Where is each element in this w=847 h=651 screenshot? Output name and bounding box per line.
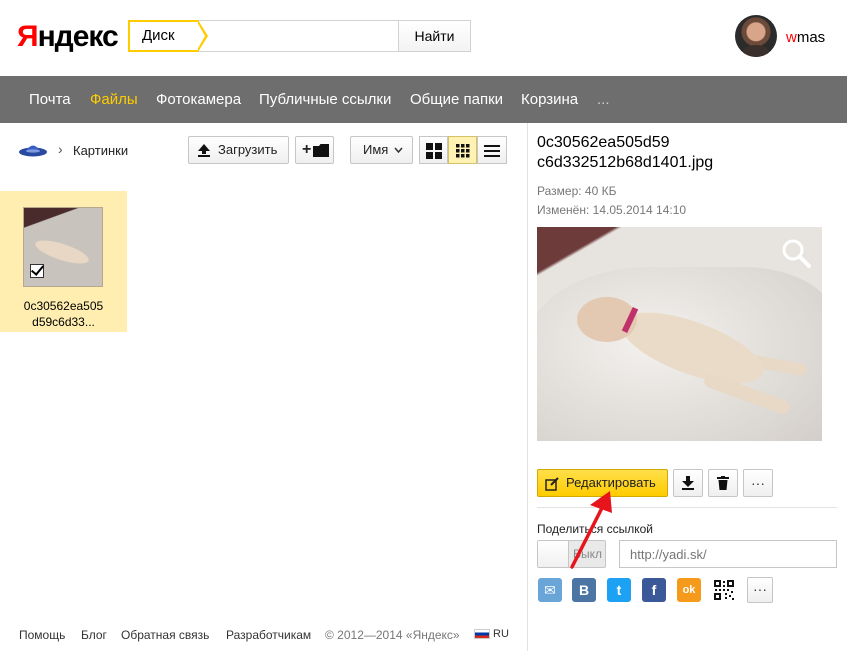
footer-feedback-link[interactable]: Обратная связь [121,628,209,642]
download-icon [682,476,694,490]
footer-copyright: © 2012—2014 «Яндекс» [325,628,460,642]
list-icon [484,145,500,157]
folder-icon [313,144,329,157]
main-nav: Почта Файлы Фотокамера Публичные ссылки … [0,76,847,123]
trash-icon [717,476,729,490]
nav-item-shared-folders[interactable]: Общие папки [410,91,503,109]
nav-item-public-links[interactable]: Публичные ссылки [259,91,391,109]
share-link-input[interactable] [619,540,837,568]
footer: Помощь Блог Обратная связь Разработчикам… [0,628,527,646]
file-name-line2: d59c6d33... [32,315,95,329]
file-title: 0c30562ea505d59 c6d332512b68d1401.jpg [537,133,837,173]
download-button[interactable] [673,469,703,497]
search-bar: Диск Найти [128,20,471,52]
chevron-down-icon [394,147,403,153]
logo-first-letter: Я [17,20,39,53]
logo-rest: ндекс [37,20,119,53]
breadcrumb-separator: › [58,141,63,157]
upload-label: Загрузить [218,142,278,157]
nav-item-files[interactable]: Файлы [90,91,138,109]
annotation-arrow-icon [570,491,612,569]
plus-glyph: + [302,141,312,158]
upload-icon [198,144,210,157]
pane-divider [527,123,528,651]
nav-item-camera[interactable]: Фотокамера [156,91,241,109]
zoom-icon[interactable] [780,237,812,269]
file-name[interactable]: 0c30562ea505 d59c6d33... [0,298,127,330]
file-size: Размер: 40 КБ [537,184,617,198]
view-small-icons-button[interactable] [448,136,477,164]
file-name-line1: 0c30562ea505 [23,299,104,313]
sort-label: Имя [363,142,389,157]
avatar[interactable] [735,15,777,57]
username-first: w [786,29,797,46]
mail-share-icon[interactable]: ✉ [538,578,562,602]
search-service-tag[interactable]: Диск [128,20,208,52]
nav-item-trash[interactable]: Корзина [521,91,578,109]
odnoklassniki-share-icon[interactable]: ok [677,578,701,602]
nav-item-mail[interactable]: Почта [29,91,71,109]
file-title-line2: c6d332512b68d1401.jpg [537,154,714,171]
file-modified: Изменён: 14.05.2014 14:10 [537,203,687,217]
footer-lang[interactable]: RU [493,628,509,640]
upload-button[interactable]: Загрузить [188,136,289,164]
username[interactable]: wmas [786,29,825,46]
header: Яндекс Диск Найти wmas [0,0,847,76]
sort-dropdown[interactable]: Имя [350,136,413,164]
facebook-share-icon[interactable]: f [642,578,666,602]
small-grid-icon [456,144,470,158]
edit-icon [545,477,559,491]
footer-developers-link[interactable]: Разработчикам [226,628,311,642]
file-checkbox[interactable] [30,264,44,278]
image-preview[interactable] [537,227,822,441]
delete-button[interactable] [708,469,738,497]
twitter-share-icon[interactable]: t [607,578,631,602]
vk-share-icon[interactable]: В [572,578,596,602]
username-rest: mas [796,29,826,46]
search-button[interactable]: Найти [398,20,471,52]
russian-flag-icon[interactable] [474,629,490,639]
search-input[interactable] [209,23,397,49]
large-grid-icon [426,143,442,159]
footer-blog-link[interactable]: Блог [81,628,107,642]
view-switcher [419,136,507,164]
yandex-logo[interactable]: Яндекс [17,20,119,54]
qr-code-icon[interactable] [713,579,735,601]
ufo-icon[interactable] [18,140,48,160]
view-large-icons-button[interactable] [419,136,448,164]
footer-help-link[interactable]: Помощь [19,628,65,642]
more-actions-button[interactable]: ··· [743,469,773,497]
breadcrumb[interactable]: Картинки [73,143,128,158]
file-title-line1: 0c30562ea505d59 [537,134,670,151]
file-tile[interactable]: 0c30562ea505 d59c6d33... [0,191,127,332]
new-folder-button[interactable]: + [295,136,334,164]
view-list-button[interactable] [477,136,507,164]
nav-more[interactable]: ... [597,91,610,109]
more-share-button[interactable]: ··· [747,577,773,603]
